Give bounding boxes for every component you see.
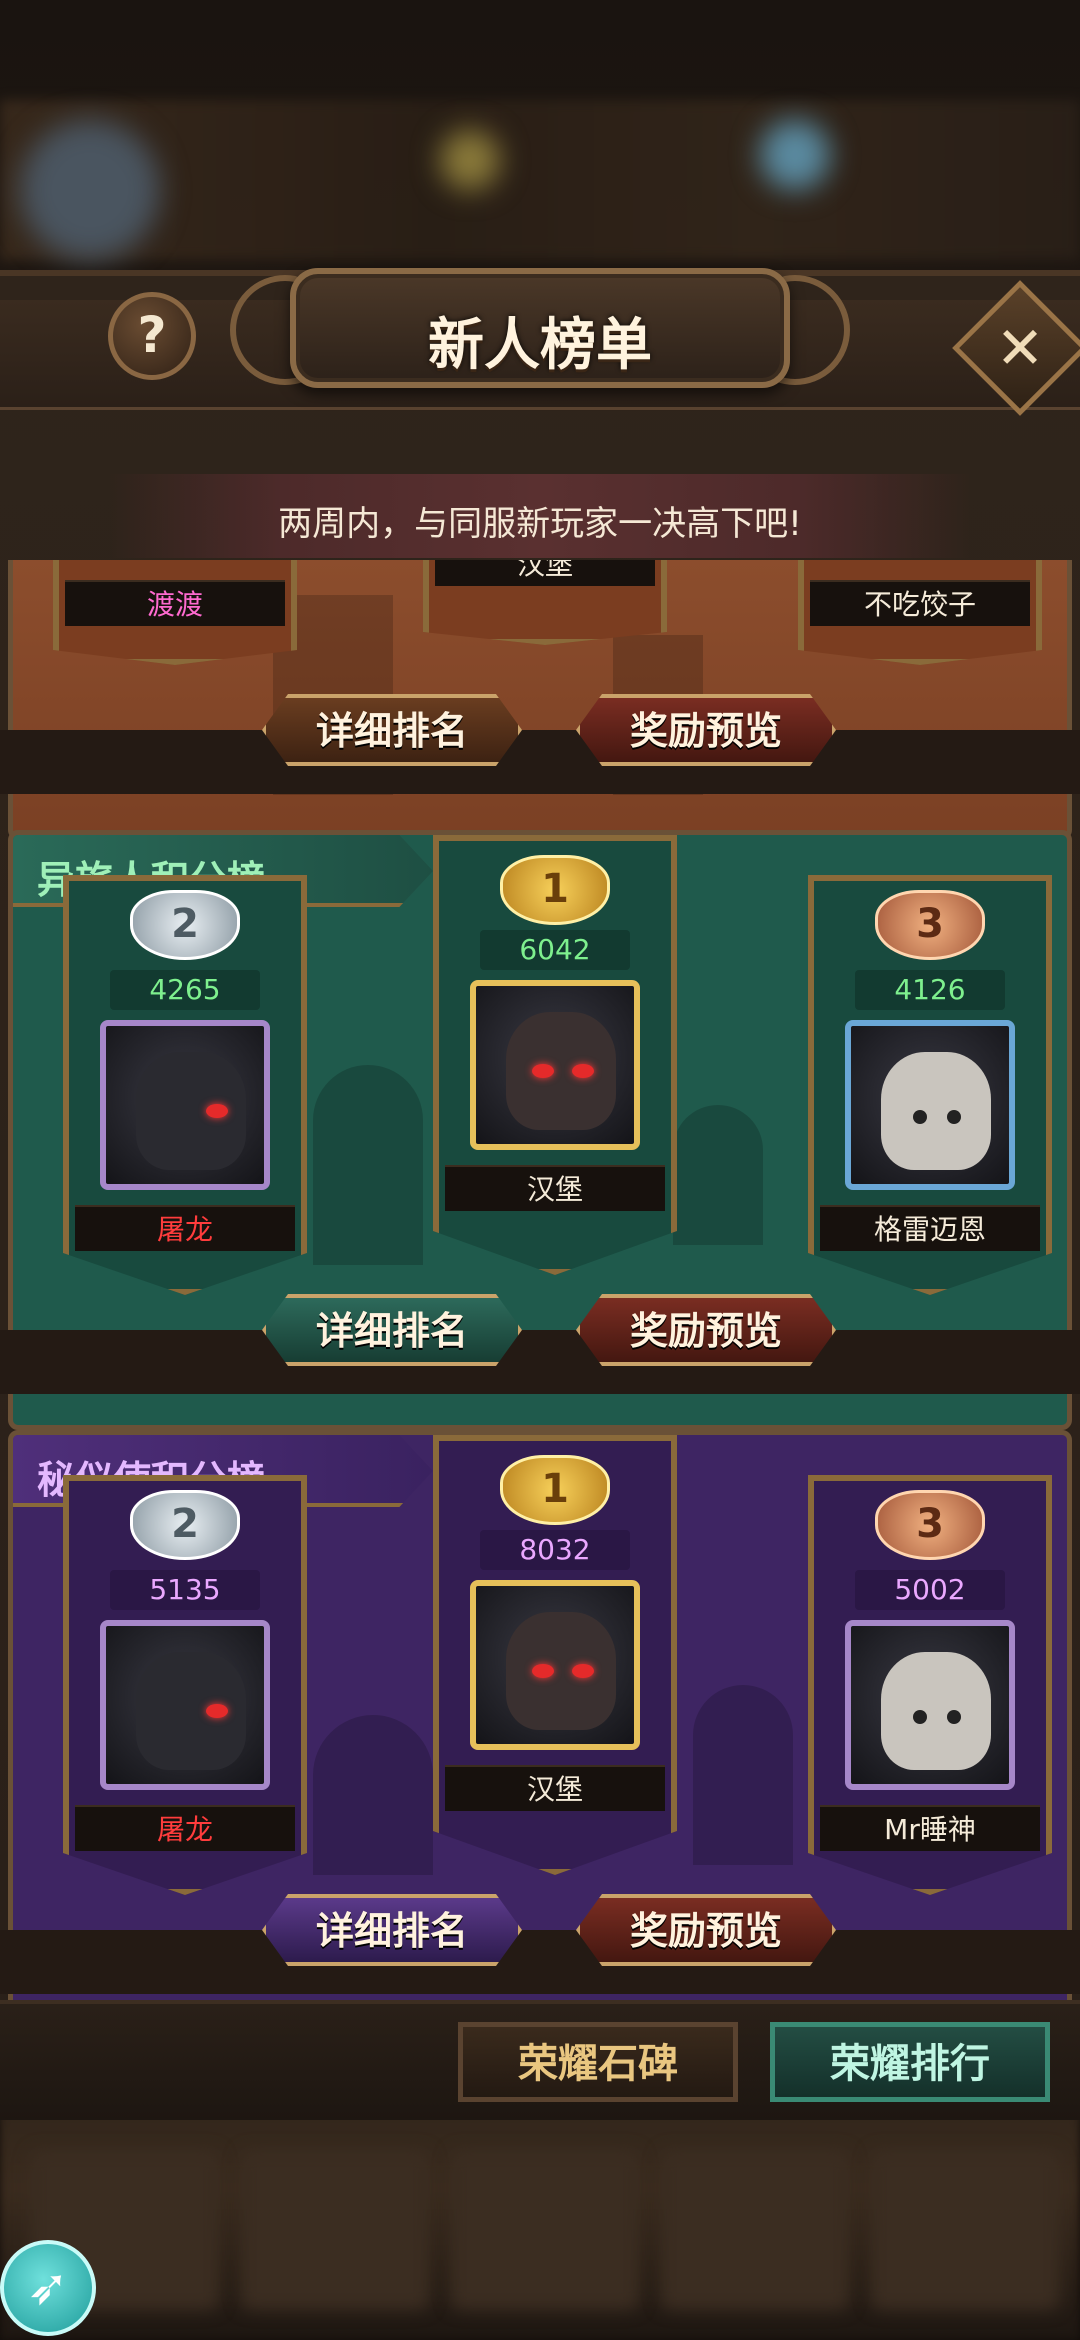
leaderboard-panel: 渡渡 汉堡 不吃饺子: [8, 560, 1072, 840]
detail-ranking-button[interactable]: 详细排名: [262, 1294, 522, 1366]
rocket-icon[interactable]: ➶: [0, 2240, 96, 2336]
player-name: 汉堡: [435, 560, 655, 586]
button-row: [0, 1330, 1080, 1394]
player-avatar[interactable]: [845, 1020, 1015, 1190]
reward-preview-button[interactable]: 奖励预览: [576, 694, 836, 766]
player-name: 不吃饺子: [810, 580, 1030, 626]
player-name: 汉堡: [445, 1165, 665, 1211]
rank-1-medal-icon: 1: [500, 855, 610, 925]
leaderboard-list[interactable]: 渡渡 汉堡 不吃饺子 详细排名 奖励预览 异旅人积分榜 2 1 3 4265 6…: [0, 560, 1080, 2000]
rank-1-medal-icon: 1: [500, 1455, 610, 1525]
button-row: [0, 730, 1080, 794]
rank-2-medal-icon: 2: [130, 1490, 240, 1560]
question-icon: ?: [137, 306, 167, 364]
leaderboard-panel: 秘仪使积分榜 2 1 3 5135 8032 5002 屠龙 汉堡 Mr睡神: [8, 1430, 1072, 2000]
rank-3-medal-icon: 3: [875, 890, 985, 960]
help-button[interactable]: ?: [108, 292, 196, 380]
page-title: 新人榜单: [428, 313, 652, 378]
player-avatar[interactable]: [100, 1020, 270, 1190]
detail-ranking-button[interactable]: 详细排名: [262, 694, 522, 766]
player-avatar[interactable]: [470, 1580, 640, 1750]
rank-3-medal-icon: 3: [875, 1490, 985, 1560]
player-score: 6042: [480, 930, 630, 970]
player-score: 4265: [110, 970, 260, 1010]
button-row: [0, 1930, 1080, 1994]
player-avatar[interactable]: [845, 1620, 1015, 1790]
player-score: 5002: [855, 1570, 1005, 1610]
player-name: 屠龙: [75, 1205, 295, 1251]
player-name: 屠龙: [75, 1805, 295, 1851]
close-icon: ✕: [995, 314, 1045, 382]
player-name: 渡渡: [65, 580, 285, 626]
rank-2-medal-icon: 2: [130, 890, 240, 960]
subtitle: 两周内，与同服新玩家一决高下吧!: [278, 504, 802, 544]
detail-ranking-button[interactable]: 详细排名: [262, 1894, 522, 1966]
honor-ranking-button[interactable]: 荣耀排行: [770, 2022, 1050, 2102]
player-score: 8032: [480, 1530, 630, 1570]
player-avatar[interactable]: [470, 980, 640, 1150]
honor-stele-button[interactable]: 荣耀石碑: [458, 2022, 738, 2102]
player-score: 5135: [110, 1570, 260, 1610]
player-name: 汉堡: [445, 1765, 665, 1811]
reward-preview-button[interactable]: 奖励预览: [576, 1894, 836, 1966]
player-name: 格雷迈恩: [820, 1205, 1040, 1251]
reward-preview-button[interactable]: 奖励预览: [576, 1294, 836, 1366]
player-avatar[interactable]: [100, 1620, 270, 1790]
player-name: Mr睡神: [820, 1805, 1040, 1851]
player-score: 4126: [855, 970, 1005, 1010]
